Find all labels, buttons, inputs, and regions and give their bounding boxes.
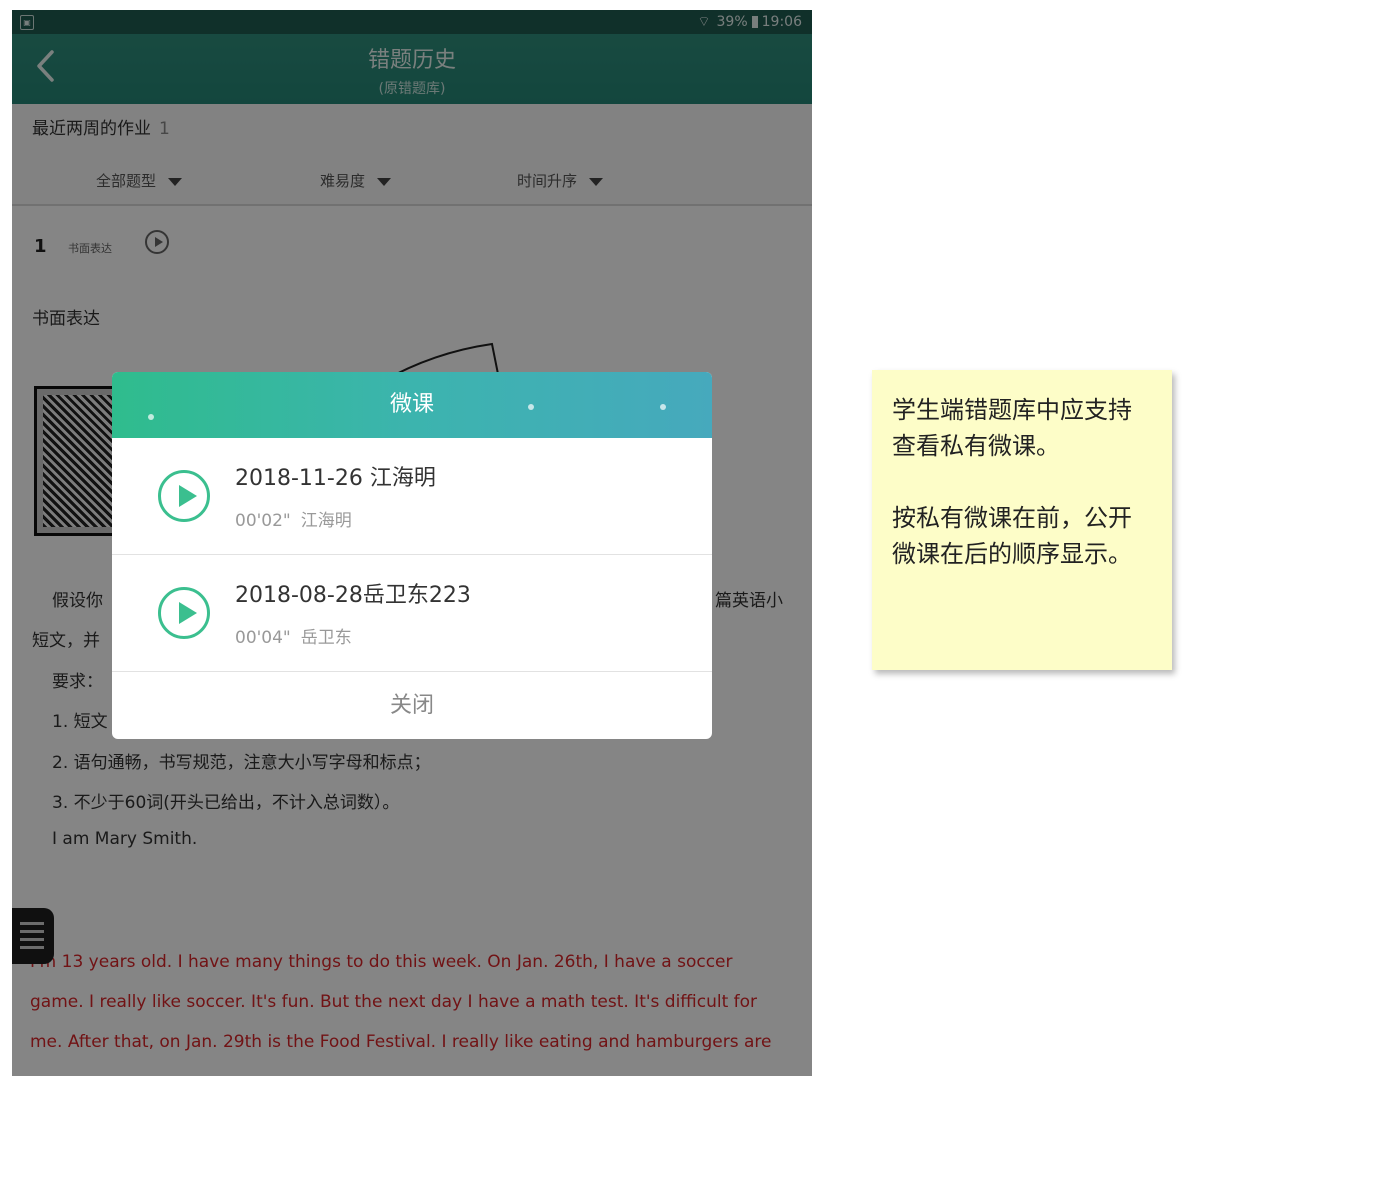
play-icon[interactable] (158, 587, 210, 639)
close-button[interactable]: 关闭 (112, 672, 712, 739)
dialog-header: 微课 (112, 372, 712, 438)
note-paragraph: 按私有微课在前，公开微课在后的顺序显示。 (892, 504, 1132, 568)
tablet-screen: ▣ ⌔ 39% 19:06 错题历史 (原错题库) 最近两周的作业 1 全部题型 … (12, 10, 812, 1076)
micro-lesson-item[interactable]: 2018-11-26 江海明 00'02" 江海明 (112, 438, 712, 555)
micro-lesson-item[interactable]: 2018-08-28岳卫东223 00'04" 岳卫东 (112, 555, 712, 672)
sticky-note: 学生端错题库中应支持查看私有微课。 按私有微课在前，公开微课在后的顺序显示。 (872, 370, 1172, 670)
micro-lesson-dialog: 微课 2018-11-26 江海明 00'02" 江海明 2018-08-28岳卫… (112, 372, 712, 739)
dialog-title: 微课 (389, 392, 434, 417)
lesson-duration: 00'04" (235, 628, 291, 648)
lesson-title: 2018-08-28岳卫东223 (235, 583, 471, 608)
lesson-author: 江海明 (300, 511, 352, 531)
note-paragraph: 学生端错题库中应支持查看私有微课。 (892, 396, 1132, 460)
lesson-duration: 00'02" (235, 511, 291, 531)
lesson-author: 岳卫东 (300, 628, 352, 648)
lesson-meta: 00'02" 江海明 (235, 506, 352, 531)
play-icon[interactable] (158, 470, 210, 522)
lesson-title: 2018-11-26 江海明 (235, 466, 436, 491)
lesson-meta: 00'04" 岳卫东 (235, 623, 352, 648)
